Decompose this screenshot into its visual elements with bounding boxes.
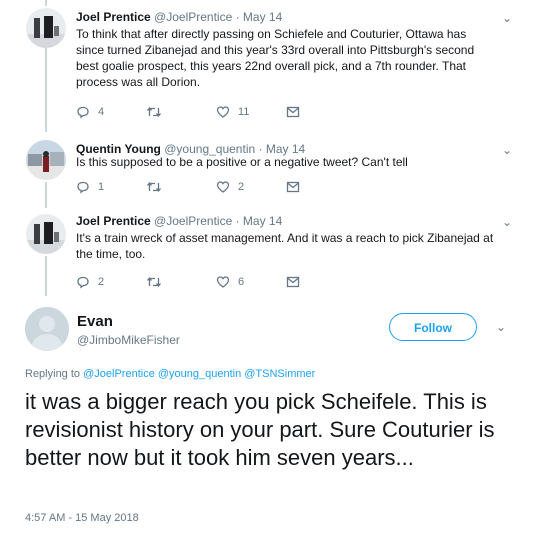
- chevron-down-icon[interactable]: ⌄: [502, 143, 512, 157]
- retweet-icon: [146, 275, 162, 289]
- tweet-text: it was a bigger reach you pick Scheifele…: [25, 389, 495, 470]
- like-count: 11: [238, 106, 250, 118]
- like-action[interactable]: 6: [216, 275, 244, 289]
- reply-icon: [76, 105, 90, 119]
- dm-action[interactable]: [286, 180, 300, 194]
- tweet-text: Is this supposed to be a positive or a n…: [76, 155, 408, 169]
- like-count: 6: [238, 276, 245, 288]
- reply-action[interactable]: 4: [76, 105, 104, 119]
- tweet-text: It's a train wreck of asset management. …: [76, 231, 494, 261]
- thread-line: [45, 0, 47, 6]
- reply-count: 1: [98, 181, 105, 193]
- chevron-down-icon[interactable]: ⌄: [502, 11, 512, 25]
- retweet-icon: [146, 105, 162, 119]
- author-name[interactable]: Evan: [77, 313, 113, 330]
- chevron-down-icon[interactable]: ⌄: [496, 320, 506, 334]
- envelope-icon: [286, 105, 300, 119]
- timestamp[interactable]: 4:57 AM - 15 May 2018: [25, 512, 139, 524]
- reply-icon: [76, 180, 90, 194]
- reply-count: 4: [98, 106, 105, 118]
- heart-icon: [216, 105, 230, 119]
- envelope-icon: [286, 180, 300, 194]
- reply-action[interactable]: 1: [76, 180, 104, 194]
- replying-to-handles[interactable]: @JoelPrentice @young_quentin @TSNSimmer: [83, 368, 315, 380]
- author-name[interactable]: Joel Prentice: [76, 214, 151, 228]
- author-meta[interactable]: @JoelPrentice · May 14: [154, 10, 282, 24]
- heart-icon: [216, 180, 230, 194]
- retweet-icon: [146, 180, 162, 194]
- tweet-text: To think that after directly passing on …: [76, 27, 475, 89]
- replying-prefix: Replying to: [25, 368, 81, 380]
- reply-icon: [76, 275, 90, 289]
- chevron-down-icon[interactable]: ⌄: [502, 215, 512, 229]
- author-meta[interactable]: @JoelPrentice · May 14: [154, 214, 282, 228]
- avatar[interactable]: [26, 140, 66, 180]
- thread-line: [45, 256, 47, 296]
- tweet-header: Joel Prentice @JoelPrentice · May 14: [76, 10, 282, 24]
- replying-to: Replying to @JoelPrentice @young_quentin…: [25, 368, 315, 380]
- heart-icon: [216, 275, 230, 289]
- retweet-action[interactable]: [146, 180, 170, 194]
- retweet-action[interactable]: [146, 105, 170, 119]
- envelope-icon: [286, 275, 300, 289]
- author-handle[interactable]: @JimboMikeFisher: [77, 333, 180, 347]
- author-name[interactable]: Joel Prentice: [76, 10, 151, 24]
- dm-action[interactable]: [286, 275, 300, 289]
- tweet-header: Joel Prentice @JoelPrentice · May 14: [76, 214, 282, 228]
- reply-action[interactable]: 2: [76, 275, 104, 289]
- like-action[interactable]: 11: [216, 105, 249, 119]
- avatar[interactable]: [26, 214, 66, 254]
- dm-action[interactable]: [286, 105, 300, 119]
- thread-line: [45, 48, 47, 132]
- retweet-action[interactable]: [146, 275, 170, 289]
- follow-button[interactable]: Follow: [389, 313, 477, 341]
- like-count: 2: [238, 181, 245, 193]
- like-action[interactable]: 2: [216, 180, 244, 194]
- avatar[interactable]: [26, 8, 66, 48]
- reply-count: 2: [98, 276, 105, 288]
- thread-line: [45, 182, 47, 208]
- avatar[interactable]: [25, 307, 69, 351]
